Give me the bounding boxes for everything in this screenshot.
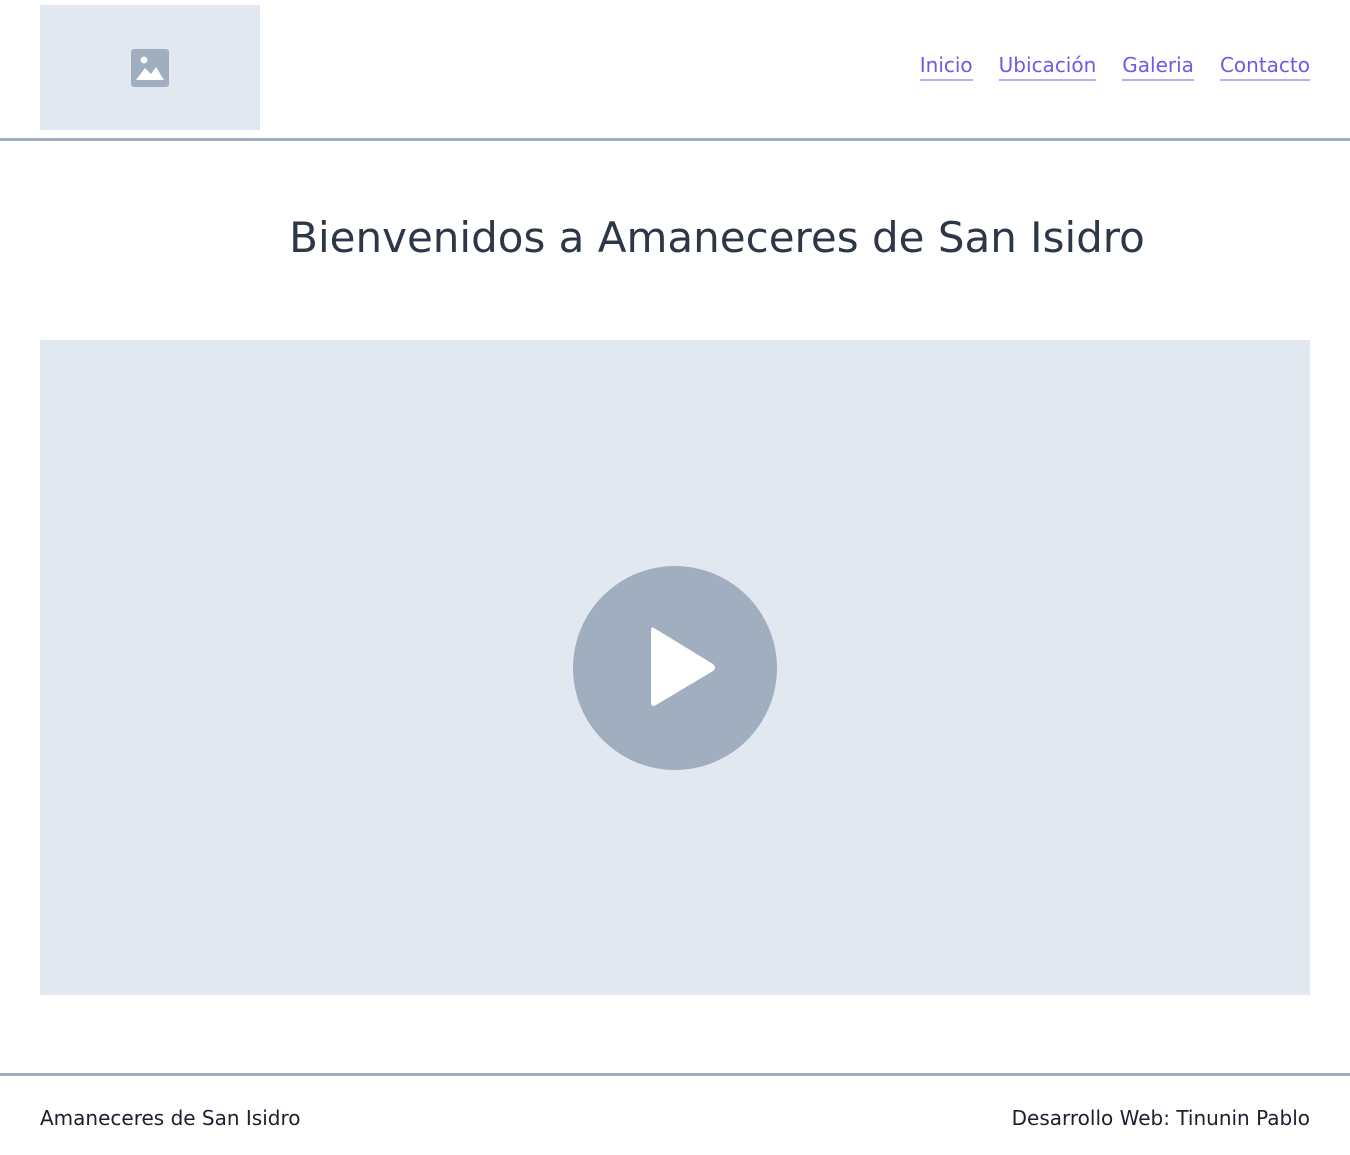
nav-link-ubicacion[interactable]: Ubicación <box>998 52 1097 81</box>
logo-placeholder[interactable] <box>40 5 260 130</box>
play-button[interactable] <box>573 566 777 770</box>
video-player[interactable] <box>40 340 1310 995</box>
site-footer: Amaneceres de San Isidro Desarrollo Web:… <box>0 1073 1350 1155</box>
nav-link-inicio[interactable]: Inicio <box>919 52 973 81</box>
play-icon <box>651 627 715 706</box>
site-header: Inicio Ubicación Galeria Contacto <box>0 0 1350 141</box>
image-placeholder-icon <box>131 48 169 87</box>
nav-link-galeria[interactable]: Galeria <box>1122 52 1194 81</box>
page-title: Bienvenidos a Amaneceres de San Isidro <box>289 213 1145 262</box>
nav-link-contacto[interactable]: Contacto <box>1219 52 1310 81</box>
main-nav: Inicio Ubicación Galeria Contacto <box>919 52 1310 81</box>
footer-credit: Desarrollo Web: Tinunin Pablo <box>1011 1106 1310 1130</box>
footer-site-name: Amaneceres de San Isidro <box>40 1106 301 1130</box>
page: Inicio Ubicación Galeria Contacto Bienve… <box>0 0 1350 1155</box>
